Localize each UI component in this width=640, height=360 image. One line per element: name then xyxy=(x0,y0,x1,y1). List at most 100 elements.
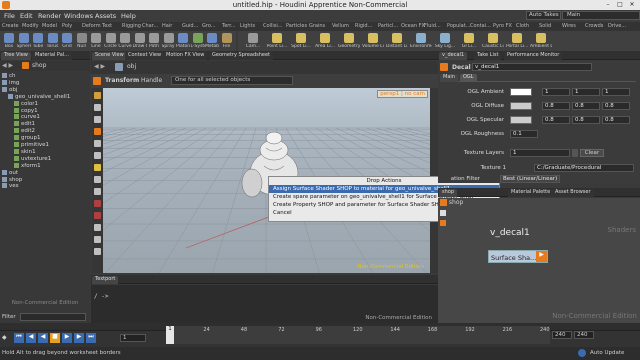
auto-update-icon[interactable] xyxy=(578,349,586,357)
tab-scene-view[interactable]: Scene View xyxy=(92,52,127,60)
select-mode-dropdown[interactable]: One for all selected objects xyxy=(171,76,293,85)
play-icon[interactable]: ▶ xyxy=(62,333,72,343)
tree-row[interactable]: edit1 xyxy=(14,121,35,127)
shelf-tab[interactable]: Gro... xyxy=(202,23,216,29)
tree-row[interactable]: ch xyxy=(2,73,16,79)
menu-render[interactable]: Render xyxy=(38,12,61,20)
shelf-tab[interactable]: Rigging xyxy=(122,23,141,29)
camera-menu[interactable]: persp1 | no cam xyxy=(377,90,428,98)
tab-textport[interactable]: Textport xyxy=(92,276,119,284)
shelf-tab[interactable]: Guid... xyxy=(182,23,198,29)
auto-update-label[interactable]: Auto Update xyxy=(590,350,624,356)
shelf-tab[interactable]: Create xyxy=(2,23,19,29)
shelf-tool-button[interactable]: Spray Paint xyxy=(162,33,176,49)
tab-tree-view[interactable]: Tree View xyxy=(1,52,31,60)
tree-row[interactable]: out xyxy=(2,169,18,176)
magnet-tool-icon[interactable] xyxy=(94,200,101,207)
ghost-tool-icon[interactable] xyxy=(94,188,101,195)
menu-windows[interactable]: Windows xyxy=(64,12,93,20)
tree-row[interactable]: curve1 xyxy=(14,114,40,120)
param-field-g[interactable]: 1 xyxy=(572,88,600,96)
layers-stepper[interactable] xyxy=(572,149,578,157)
shelf-tool-button[interactable]: Sphere xyxy=(17,33,31,49)
snap-grid-icon[interactable] xyxy=(94,164,101,171)
color-swatch[interactable] xyxy=(510,88,532,96)
shelf-tool-button[interactable]: Cam... xyxy=(242,33,264,49)
shelf-tab[interactable]: Grains xyxy=(309,23,325,29)
shelf-tab[interactable]: Particles xyxy=(286,23,307,29)
menu-file[interactable]: File xyxy=(4,12,15,20)
keyframe-icon[interactable]: ◆ xyxy=(2,334,7,341)
shelf-tool-button[interactable]: Geometry L... xyxy=(338,33,360,49)
tree-row[interactable]: obj xyxy=(2,86,17,93)
shelf-tab[interactable]: Pyro FX xyxy=(493,23,512,29)
shelf-tab[interactable]: Deform xyxy=(82,23,101,29)
maximize-icon[interactable]: □ xyxy=(616,1,624,8)
network-editor[interactable]: shop Shaders v_decal1 Surface Sha... ▶ N… xyxy=(438,198,640,323)
tab-material-palette[interactable]: Material Pal... xyxy=(32,52,72,60)
step-forward-icon[interactable]: ▶ xyxy=(74,333,84,343)
shelf-tool-button[interactable]: Curve xyxy=(118,33,132,49)
shelf-tool-button[interactable]: Sky Lig... xyxy=(434,33,456,49)
desktop-select[interactable]: Main xyxy=(562,11,640,20)
jump-start-icon[interactable]: ⏮ xyxy=(14,333,24,343)
light-tool-icon[interactable] xyxy=(94,248,101,255)
shelf-tab[interactable]: Modify xyxy=(22,23,39,29)
viewer-nav-icon[interactable]: ◀ ▶ xyxy=(94,63,105,70)
menu-edit[interactable]: Edit xyxy=(20,12,33,20)
shelf-tool-button[interactable]: Path xyxy=(147,33,161,49)
tab-context-view[interactable]: Context View xyxy=(125,52,165,60)
tree-row[interactable]: copy1 xyxy=(14,107,38,114)
tab-shop[interactable]: shop xyxy=(439,189,458,197)
shelf-tool-button[interactable]: Point Li... xyxy=(266,33,288,49)
shelf-tool-button[interactable]: File xyxy=(220,33,234,49)
param-field-b[interactable]: 1 xyxy=(602,88,630,96)
color-swatch[interactable] xyxy=(510,102,532,110)
shelf-tool-button[interactable]: Tube xyxy=(31,33,45,49)
shelf-tab[interactable]: Hair xyxy=(162,23,172,29)
shelf-tool-button[interactable]: Grid xyxy=(60,33,74,49)
param-field-g[interactable]: 0.8 xyxy=(572,116,600,124)
shelf-tool-button[interactable]: Box xyxy=(2,33,16,49)
node-name-field[interactable]: v_decal1 xyxy=(472,63,592,71)
shelf-tool-button[interactable]: L-System xyxy=(191,33,205,49)
shelf-tool-button[interactable]: Platonic Sol... xyxy=(176,33,190,49)
param-field-r[interactable]: 0.8 xyxy=(542,102,570,110)
shelf-tab[interactable]: Lights xyxy=(240,23,255,29)
shelf-tab[interactable]: Solid xyxy=(539,23,551,29)
end-frame-field-2[interactable]: 240 xyxy=(574,331,594,339)
shelf-tool-button[interactable]: Spot Li... xyxy=(290,33,312,49)
tab-performance-monitor[interactable]: Performance Monitor xyxy=(504,52,563,60)
shelf-tab[interactable]: Wires xyxy=(562,23,576,29)
tab-material-palette-2[interactable]: Material Palette xyxy=(508,189,554,197)
tab-motion-fx[interactable]: Motion FX View xyxy=(163,52,208,60)
auto-takes-toggle[interactable]: Auto Takes xyxy=(526,11,561,20)
close-icon[interactable]: ✕ xyxy=(628,1,636,8)
network-tool-icon[interactable] xyxy=(440,210,446,216)
shelf-tab[interactable]: Cloth xyxy=(516,23,529,29)
stop-icon[interactable]: ■ xyxy=(50,333,60,343)
playhead[interactable]: 1 xyxy=(166,326,174,344)
translate-tool-icon[interactable] xyxy=(94,128,101,135)
tree-row[interactable]: vex xyxy=(2,183,19,189)
jump-end-icon[interactable]: ⏭ xyxy=(86,333,96,343)
shelf-tab[interactable]: Crowds xyxy=(585,23,603,29)
shelf-tab[interactable]: Contai... xyxy=(470,23,491,29)
shelf-tool-button[interactable]: Distant Li... xyxy=(386,33,408,49)
shelf-tool-button[interactable]: Caustic Li... xyxy=(482,33,504,49)
shelf-tab[interactable]: Vellum xyxy=(332,23,349,29)
shelf-tool-button[interactable]: Area Li... xyxy=(314,33,336,49)
shelf-tab[interactable]: Ocean FX xyxy=(401,23,425,29)
tree-row[interactable]: uvtexture1 xyxy=(14,155,51,162)
shelf-tool-button[interactable]: Null xyxy=(75,33,89,49)
display-tool-icon[interactable] xyxy=(94,176,101,183)
param-field-b[interactable]: 0.8 xyxy=(602,102,630,110)
param-field[interactable]: 0.1 xyxy=(510,130,538,138)
tab-take-list[interactable]: Take List xyxy=(474,52,502,60)
minimize-icon[interactable]: – xyxy=(604,1,612,8)
network-tool-icon-2[interactable] xyxy=(440,220,446,226)
tree-row[interactable]: primitive1 xyxy=(14,142,49,148)
shelf-tab[interactable]: Particl... xyxy=(378,23,398,29)
menu-help[interactable]: Help xyxy=(121,12,136,20)
shelf-tool-button[interactable]: GI Li... xyxy=(458,33,480,49)
